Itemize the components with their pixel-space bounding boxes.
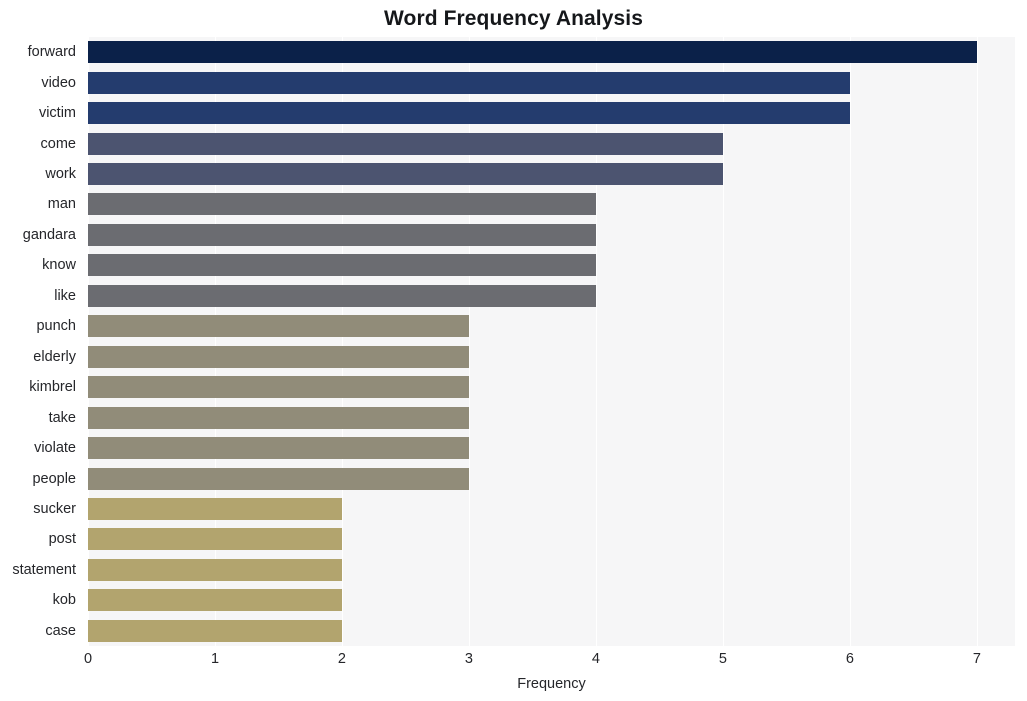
gridline-x-4 [595,37,597,646]
x-tick-label-1: 1 [210,651,220,667]
word-frequency-chart: Word Frequency Analysis forward video vict… [0,0,1027,701]
y-tick-label-case: case [45,623,76,639]
gridline-x-2 [341,37,343,646]
bar-row[interactable] [88,620,1015,642]
bar-come[interactable] [88,133,723,155]
y-tick-label-post: post [48,531,76,547]
bar-row[interactable] [88,102,1015,124]
y-axis-tick-labels: forward video victim come work man gandara know… [0,37,82,646]
y-tick-label-know: know [42,257,76,273]
y-tick-label-statement: statement [12,562,76,578]
bar-row[interactable] [88,224,1015,246]
bar-forward[interactable] [88,41,977,63]
y-tick-label-come: come [40,136,76,152]
bar-row[interactable] [88,285,1015,307]
y-tick-label-people: people [32,471,76,487]
bar-people[interactable] [88,468,469,490]
chart-title: Word Frequency Analysis [383,7,644,30]
bar-row[interactable] [88,315,1015,337]
x-tick-label-5: 5 [718,651,727,667]
y-tick-label-kimbrel: kimbrel [29,379,76,395]
y-tick-label-elderly: elderly [33,349,76,365]
x-axis-tick-labels: 0 1 2 3 4 5 6 7 [84,648,1015,674]
bar-man[interactable] [88,193,596,215]
bar-row[interactable] [88,498,1015,520]
bar-work[interactable] [88,163,723,185]
bar-row[interactable] [88,468,1015,490]
bar-take[interactable] [88,407,469,429]
y-tick-label-violate: violate [34,440,76,456]
y-tick-label-punch: punch [36,318,76,334]
bar-row[interactable] [88,559,1015,581]
y-tick-label-work: work [45,166,76,182]
bar-row[interactable] [88,193,1015,215]
y-tick-label-video: video [41,75,76,91]
x-tick-label-7: 7 [972,651,981,667]
bar-video[interactable] [88,72,850,94]
bar-row[interactable] [88,254,1015,276]
bar-row[interactable] [88,376,1015,398]
gridline-x-5 [722,37,724,646]
bar-kimbrel[interactable] [88,376,469,398]
bar-sucker[interactable] [88,498,342,520]
gridline-x-7 [976,37,978,646]
bar-violate[interactable] [88,437,469,459]
gridline-x-6 [849,37,851,646]
y-tick-label-like: like [54,288,76,304]
bar-post[interactable] [88,528,342,550]
y-tick-label-victim: victim [38,105,76,121]
y-tick-label-man: man [47,196,76,212]
bar-statement[interactable] [88,559,342,581]
x-tick-label-6: 6 [845,651,854,667]
gridline-x-0 [88,37,89,646]
bar-like[interactable] [88,285,596,307]
y-tick-label-sucker: sucker [33,501,76,517]
bar-row[interactable] [88,437,1015,459]
bar-know[interactable] [88,254,596,276]
bar-punch[interactable] [88,315,469,337]
bar-victim[interactable] [88,102,850,124]
bar-row[interactable] [88,407,1015,429]
bar-gandara[interactable] [88,224,596,246]
bar-elderly[interactable] [88,346,469,368]
x-tick-label-4: 4 [591,651,600,667]
x-tick-label-3: 3 [464,651,473,667]
x-tick-label-0: 0 [83,651,93,667]
bar-row[interactable] [88,346,1015,368]
bar-row[interactable] [88,528,1015,550]
bar-case[interactable] [88,620,342,642]
bar-row[interactable] [88,133,1015,155]
x-axis-label: Frequency [517,676,586,692]
x-tick-label-2: 2 [337,651,347,667]
plot-area [88,37,1015,646]
y-tick-label-gandara: gandara [22,227,76,243]
bar-row[interactable] [88,41,1015,63]
bar-row[interactable] [88,589,1015,611]
y-tick-label-take: take [48,410,76,426]
gridline-x-3 [468,37,470,646]
y-tick-label-forward: forward [27,44,76,60]
bar-row[interactable] [88,72,1015,94]
bar-kob[interactable] [88,589,342,611]
gridline-x-1 [214,37,216,646]
bar-row[interactable] [88,163,1015,185]
y-tick-label-kob: kob [52,592,76,608]
